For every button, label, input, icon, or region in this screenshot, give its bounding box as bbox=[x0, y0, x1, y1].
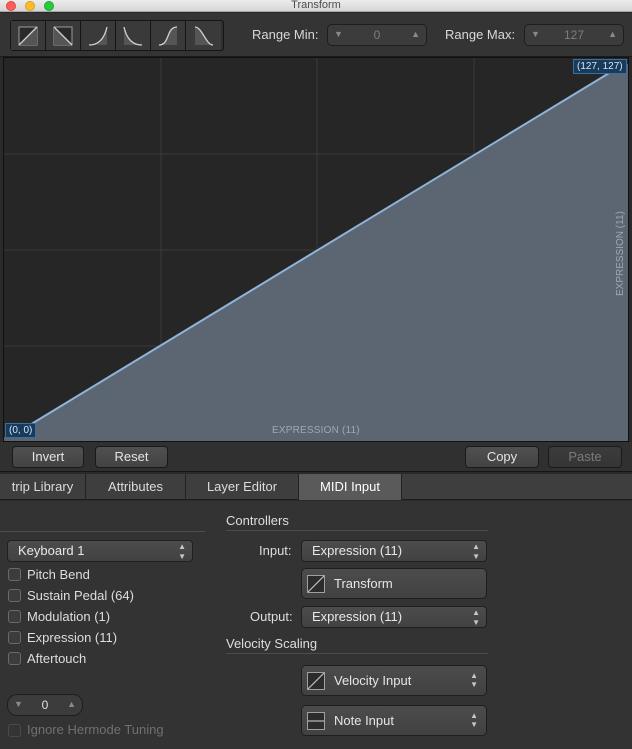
input-popup[interactable]: Expression (11) ▲ ▼ bbox=[301, 540, 487, 562]
output-label: Output: bbox=[250, 609, 293, 624]
linear-curve-icon bbox=[307, 672, 325, 690]
source-popup-value: Keyboard 1 bbox=[18, 543, 85, 558]
range-min-label: Range Min: bbox=[252, 27, 319, 42]
range-max-stepper[interactable]: ▼ 127 ▲ bbox=[524, 24, 624, 46]
modulation-checkbox[interactable] bbox=[8, 610, 21, 623]
range-min-stepper[interactable]: ▼ 0 ▲ bbox=[327, 24, 427, 46]
x-axis-label: EXPRESSION (11) bbox=[272, 425, 360, 436]
modulation-label: Modulation (1) bbox=[27, 609, 111, 624]
up-down-arrows-icon: ▲ ▼ bbox=[178, 542, 186, 561]
aftertouch-checkbox[interactable] bbox=[8, 652, 21, 665]
copy-button[interactable]: Copy bbox=[465, 446, 539, 468]
expression-checkbox[interactable] bbox=[8, 631, 21, 644]
midi-input-panel: Keyboard 1 ▲ ▼ Pitch Bend Sustain Pedal (… bbox=[0, 501, 632, 749]
bell-curve-icon bbox=[194, 25, 213, 46]
increment-icon[interactable]: ▲ bbox=[608, 29, 617, 39]
linear-up-curve-button[interactable] bbox=[11, 21, 46, 50]
s-curve-button[interactable] bbox=[151, 21, 186, 50]
exponential-curve-button[interactable] bbox=[81, 21, 116, 50]
tab-midi-input[interactable]: MIDI Input bbox=[299, 474, 402, 500]
input-popup-value: Expression (11) bbox=[312, 543, 403, 558]
graph-button-bar: Invert Reset Copy Paste bbox=[0, 442, 632, 472]
curve-preset-group bbox=[10, 20, 224, 51]
increment-icon[interactable]: ▲ bbox=[67, 699, 76, 709]
pitch-bend-checkbox[interactable] bbox=[8, 568, 21, 581]
flat-line-icon bbox=[307, 712, 325, 730]
tab-strip-library[interactable]: trip Library bbox=[0, 474, 86, 500]
divider bbox=[226, 530, 488, 531]
paste-button[interactable]: Paste bbox=[548, 446, 622, 468]
source-popup[interactable]: Keyboard 1 ▲ ▼ bbox=[7, 540, 193, 562]
note-input-label: Note Input bbox=[334, 713, 394, 728]
log-curve-icon bbox=[123, 26, 143, 46]
aftertouch-label: Aftertouch bbox=[27, 651, 87, 666]
expression-label: Expression (11) bbox=[27, 630, 118, 645]
hermode-label: Ignore Hermode Tuning bbox=[27, 722, 164, 737]
velocity-scaling-title: Velocity Scaling bbox=[226, 636, 318, 651]
up-down-arrows-icon: ▲ ▼ bbox=[470, 671, 478, 689]
inspector-tabs: trip Library Attributes Layer Editor MID… bbox=[0, 474, 632, 500]
note-input-popup[interactable]: Note Input ▲ ▼ bbox=[301, 705, 487, 736]
transform-graph[interactable]: (0, 0) (127, 127) EXPRESSION (11) EXPRES… bbox=[3, 57, 629, 442]
up-down-arrows-icon: ▲ ▼ bbox=[472, 542, 480, 561]
transpose-stepper[interactable]: ▼ 0 ▲ bbox=[7, 694, 83, 716]
up-down-arrows-icon: ▲ ▼ bbox=[472, 608, 480, 627]
reset-button[interactable]: Reset bbox=[95, 446, 168, 468]
logarithmic-curve-button[interactable] bbox=[116, 21, 151, 50]
bell-curve-button[interactable] bbox=[186, 21, 221, 50]
toolbar: Range Min: ▼ 0 ▲ Range Max: ▼ 127 ▲ bbox=[0, 13, 632, 57]
sustain-pedal-checkbox[interactable] bbox=[8, 589, 21, 602]
start-point-label[interactable]: (0, 0) bbox=[5, 423, 37, 438]
linear-up-icon bbox=[18, 26, 38, 45]
controllers-title: Controllers bbox=[226, 513, 289, 528]
velocity-input-popup[interactable]: Velocity Input ▲ ▼ bbox=[301, 665, 487, 696]
hermode-checkbox[interactable] bbox=[8, 724, 21, 737]
linear-down-icon bbox=[53, 26, 73, 45]
linear-curve-icon bbox=[307, 575, 325, 593]
tab-layer-editor[interactable]: Layer Editor bbox=[186, 474, 299, 500]
pitch-bend-label: Pitch Bend bbox=[27, 567, 90, 582]
invert-button[interactable]: Invert bbox=[12, 446, 84, 468]
output-popup-value: Expression (11) bbox=[312, 609, 403, 624]
output-popup[interactable]: Expression (11) ▲ ▼ bbox=[301, 606, 487, 628]
up-down-arrows-icon: ▲ ▼ bbox=[470, 711, 478, 729]
exp-curve-icon bbox=[88, 26, 108, 46]
divider bbox=[0, 531, 205, 532]
sustain-pedal-label: Sustain Pedal (64) bbox=[27, 588, 134, 603]
velocity-input-label: Velocity Input bbox=[334, 673, 412, 688]
curve-plot[interactable] bbox=[4, 58, 629, 442]
increment-icon[interactable]: ▲ bbox=[411, 29, 420, 39]
window-title: Transform bbox=[291, 0, 341, 11]
end-point-label[interactable]: (127, 127) bbox=[573, 59, 627, 74]
transform-button[interactable]: Transform bbox=[301, 568, 487, 599]
input-label: Input: bbox=[259, 543, 292, 558]
divider bbox=[226, 653, 488, 654]
s-curve-icon bbox=[158, 25, 178, 46]
range-max-label: Range Max: bbox=[445, 27, 516, 42]
transform-button-label: Transform bbox=[334, 576, 393, 591]
title-bar: Transform bbox=[0, 0, 632, 12]
tab-attributes[interactable]: Attributes bbox=[86, 474, 186, 500]
y-axis-label: EXPRESSION (11) bbox=[615, 211, 626, 296]
linear-down-curve-button[interactable] bbox=[46, 21, 81, 50]
